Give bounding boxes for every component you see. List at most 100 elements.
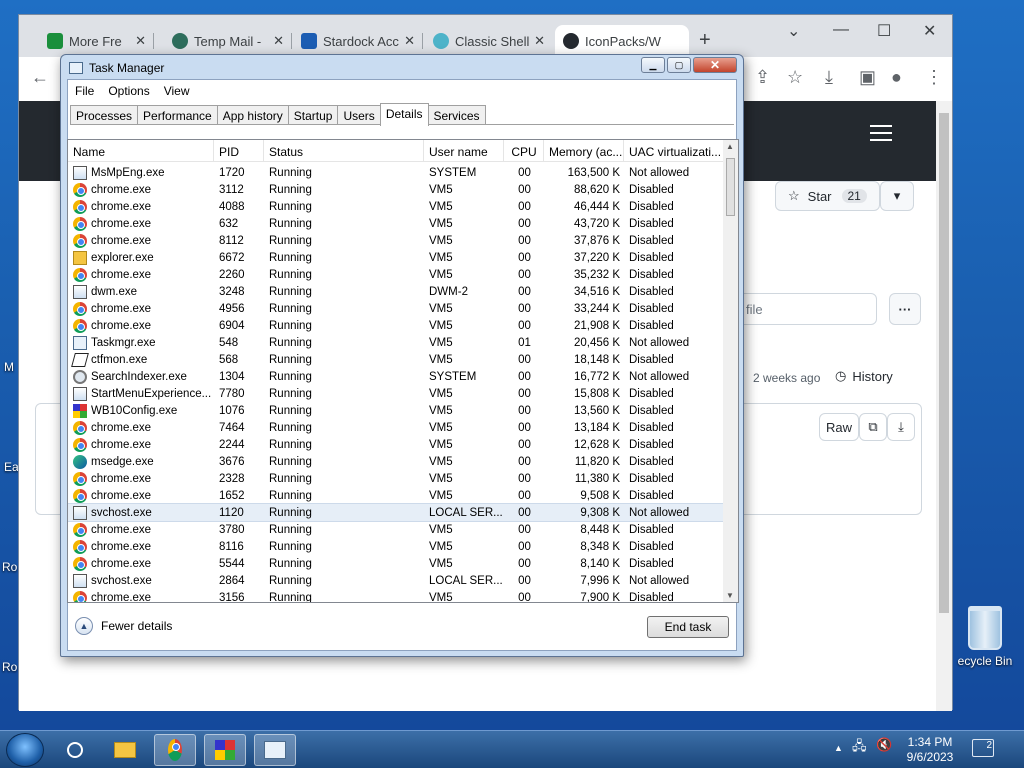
browser-tab[interactable]: Temp Mail - ✕: [164, 25, 292, 57]
table-row[interactable]: chrome.exe 4088 Running VM5 00 46,444 K Disabl…: [68, 198, 724, 215]
table-row[interactable]: msedge.exe 3676 Running VM5 00 11,820 K Disabl…: [68, 453, 724, 470]
maximize-button[interactable]: ☐: [877, 21, 891, 41]
menu-view[interactable]: View: [157, 84, 197, 98]
table-row[interactable]: chrome.exe 2328 Running VM5 00 11,380 K Disabl…: [68, 470, 724, 487]
tray-chevron-icon[interactable]: ▲: [834, 743, 843, 753]
taskbar-search-icon[interactable]: [54, 734, 96, 766]
clock[interactable]: 1:34 PM 9/6/2023: [898, 735, 962, 765]
table-row[interactable]: chrome.exe 4956 Running VM5 00 33,244 K Disabl…: [68, 300, 724, 317]
table-row[interactable]: chrome.exe 5544 Running VM5 00 8,140 K Disable…: [68, 555, 724, 572]
desktop-icon-label[interactable]: Ro: [2, 560, 17, 574]
taskbar-task-manager-icon[interactable]: [254, 734, 296, 766]
table-row[interactable]: dwm.exe 3248 Running DWM-2 00 34,516 K Disable…: [68, 283, 724, 300]
table-row[interactable]: chrome.exe 3780 Running VM5 00 8,448 K Disable…: [68, 521, 724, 538]
column-header-user-name[interactable]: User name: [424, 140, 504, 162]
end-task-button[interactable]: End task: [647, 616, 729, 638]
minimize-button[interactable]: ▁: [641, 57, 665, 73]
tab-users[interactable]: Users: [337, 105, 381, 125]
more-options-button[interactable]: ···: [889, 293, 921, 325]
side-panel-icon[interactable]: ▣: [859, 67, 876, 88]
star-button[interactable]: ☆ Star 21: [775, 181, 880, 211]
column-header-memory[interactable]: Memory (ac...: [544, 140, 624, 162]
history-link[interactable]: ◷ History: [835, 368, 893, 384]
browser-tab-active[interactable]: IconPacks/W: [555, 25, 689, 57]
new-tab-button[interactable]: +: [699, 29, 711, 52]
table-row[interactable]: svchost.exe 1120 Running LOCAL SER... 00 9,30…: [68, 503, 725, 522]
table-row[interactable]: chrome.exe 632 Running VM5 00 43,720 K Disable…: [68, 215, 724, 232]
tab-startup[interactable]: Startup: [287, 105, 339, 125]
tab-close-icon[interactable]: ✕: [534, 33, 545, 49]
maximize-button[interactable]: ▢: [667, 57, 691, 73]
table-row[interactable]: chrome.exe 3112 Running VM5 00 88,620 K Disabl…: [68, 181, 724, 198]
table-row[interactable]: chrome.exe 2244 Running VM5 00 12,628 K Disabl…: [68, 436, 724, 453]
page-scrollbar[interactable]: [936, 101, 952, 711]
column-header-cpu[interactable]: CPU: [504, 140, 544, 162]
table-row[interactable]: ctfmon.exe 568 Running VM5 00 18,148 K Disable…: [68, 351, 724, 368]
scroll-down-icon[interactable]: ▼: [726, 591, 734, 600]
close-button[interactable]: ✕: [923, 21, 936, 41]
download-icon[interactable]: ⤓: [887, 413, 915, 441]
table-row[interactable]: chrome.exe 8112 Running VM5 00 37,876 K Disabl…: [68, 232, 724, 249]
tab-performance[interactable]: Performance: [137, 105, 218, 125]
column-header-name[interactable]: Name: [68, 140, 214, 162]
taskbar-app-icon[interactable]: [204, 734, 246, 766]
tab-details[interactable]: Details: [379, 103, 429, 126]
copy-icon[interactable]: ⧉: [859, 413, 887, 441]
table-row[interactable]: Taskmgr.exe 548 Running VM5 01 20,456 K Not al…: [68, 334, 724, 351]
volume-muted-icon[interactable]: 🔇: [876, 737, 892, 753]
table-row[interactable]: chrome.exe 2260 Running VM5 00 35,232 K Disabl…: [68, 266, 724, 283]
hamburger-menu-icon[interactable]: [870, 125, 892, 146]
table-row[interactable]: WB10Config.exe 1076 Running VM5 00 13,560 K Di…: [68, 402, 724, 419]
network-icon[interactable]: 🖧: [852, 737, 867, 759]
tab-services[interactable]: Services: [427, 105, 486, 125]
scroll-thumb[interactable]: [726, 158, 735, 216]
table-row[interactable]: StartMenuExperience... 7780 Running VM5 00 15…: [68, 385, 724, 402]
table-row[interactable]: chrome.exe 8116 Running VM5 00 8,348 K Disable…: [68, 538, 724, 555]
table-row[interactable]: chrome.exe 1652 Running VM5 00 9,508 K Disable…: [68, 487, 724, 504]
table-row[interactable]: MsMpEng.exe 1720 Running SYSTEM 00 163,500 K N…: [68, 164, 724, 181]
browser-tab[interactable]: Stardock Acc ✕: [293, 25, 423, 57]
column-header-pid[interactable]: PID: [214, 140, 264, 162]
table-row[interactable]: chrome.exe 7464 Running VM5 00 13,184 K Disabl…: [68, 419, 724, 436]
minimize-button[interactable]: —: [833, 21, 849, 39]
share-icon[interactable]: ⇪: [755, 67, 770, 88]
taskbar-chrome-icon[interactable]: [154, 734, 196, 766]
raw-button[interactable]: Raw: [819, 413, 859, 441]
recycle-bin[interactable]: ecycle Bin: [946, 606, 1024, 668]
tab-app-history[interactable]: App history: [216, 105, 289, 125]
fewer-details-button[interactable]: ▲ Fewer details: [75, 617, 172, 635]
title-bar[interactable]: Task Manager: [69, 61, 164, 75]
desktop-icon-label[interactable]: Ea: [4, 460, 19, 474]
profile-icon[interactable]: ●: [891, 67, 902, 88]
table-row[interactable]: svchost.exe 2864 Running LOCAL SER... 00 7,99…: [68, 572, 724, 589]
desktop-icon-label[interactable]: M: [4, 360, 14, 374]
notification-center-icon[interactable]: 2: [972, 739, 994, 757]
tab-processes[interactable]: Processes: [70, 105, 139, 125]
menu-file[interactable]: File: [68, 84, 101, 98]
browser-tab[interactable]: Classic Shell ✕: [425, 25, 553, 57]
menu-options[interactable]: Options: [101, 84, 156, 98]
close-button[interactable]: ✕: [693, 57, 737, 73]
table-row[interactable]: chrome.exe 3156 Running VM5 00 7,900 K Disable…: [68, 589, 724, 602]
process-user: VM5: [429, 387, 453, 400]
table-row[interactable]: SearchIndexer.exe 1304 Running SYSTEM 00 16,7…: [68, 368, 724, 385]
tab-close-icon[interactable]: ✕: [404, 33, 415, 49]
browser-tab[interactable]: More Fre ✕: [39, 25, 154, 57]
tab-close-icon[interactable]: ✕: [135, 33, 146, 49]
bookmark-star-icon[interactable]: ☆: [787, 67, 803, 88]
list-scrollbar[interactable]: ▲ ▼: [723, 140, 738, 602]
desktop-icon-label[interactable]: Ro: [2, 660, 17, 674]
download-icon[interactable]: ⤓: [825, 67, 833, 88]
scroll-up-icon[interactable]: ▲: [726, 142, 734, 151]
star-dropdown-button[interactable]: ▾: [880, 181, 914, 211]
taskbar-explorer-icon[interactable]: [104, 734, 146, 766]
start-button-icon[interactable]: [6, 733, 44, 767]
table-row[interactable]: chrome.exe 6904 Running VM5 00 21,908 K Disabl…: [68, 317, 724, 334]
table-row[interactable]: explorer.exe 6672 Running VM5 00 37,220 K Disa…: [68, 249, 724, 266]
tab-close-icon[interactable]: ✕: [273, 33, 284, 49]
menu-icon[interactable]: ⋮: [925, 67, 943, 88]
column-header-status[interactable]: Status: [264, 140, 424, 162]
back-icon[interactable]: ←: [31, 67, 49, 88]
column-header-uac[interactable]: UAC virtualizati...: [624, 140, 724, 162]
tab-search-icon[interactable]: ⌄: [787, 21, 800, 41]
